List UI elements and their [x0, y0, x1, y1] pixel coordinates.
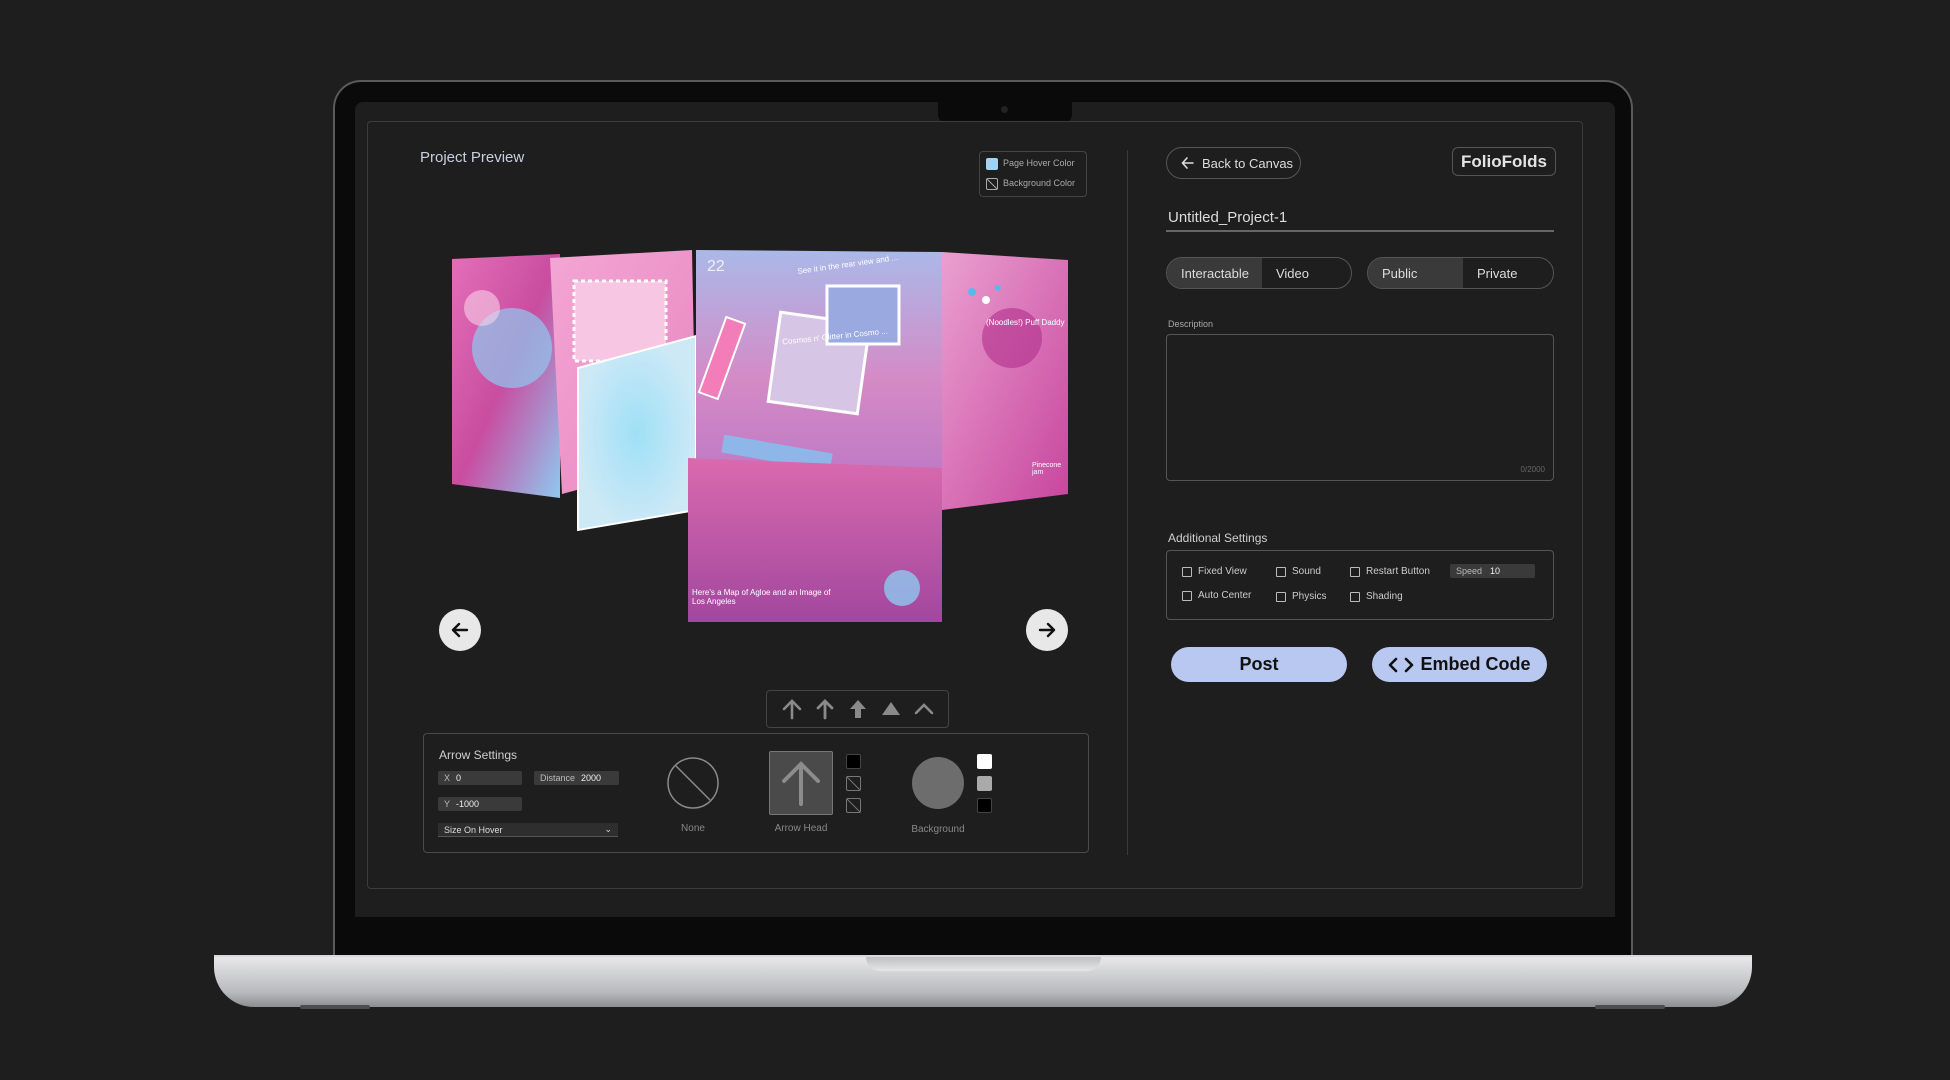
head-none-swatch-2[interactable]	[846, 798, 861, 813]
arrow-head-option[interactable]	[769, 751, 833, 815]
background-color-label: Background Color	[1003, 178, 1076, 188]
speed-label: Speed	[1456, 566, 1483, 576]
restart-button-label: Restart Button	[1366, 566, 1430, 577]
page-title: Project Preview	[420, 149, 525, 166]
additional-settings-box	[1166, 550, 1554, 620]
arrow-y-value: -1000	[456, 799, 480, 809]
brand-logo: FolioFolds	[1452, 147, 1556, 176]
camera-dot	[1001, 106, 1008, 113]
previous-page-button[interactable]	[439, 609, 481, 651]
description-textarea[interactable]: 0/2000	[1166, 334, 1554, 481]
bg-gray-swatch[interactable]	[977, 776, 992, 791]
mode-interactable[interactable]: Interactable	[1167, 258, 1262, 288]
arrow-background-option[interactable]	[912, 757, 964, 809]
size-select-value: Size On Hover	[444, 824, 503, 835]
physics-label: Physics	[1292, 591, 1327, 602]
embed-label: Embed Code	[1420, 654, 1531, 674]
arrow-left-icon	[451, 622, 469, 638]
arrow-head-caption: Arrow Head	[774, 823, 828, 834]
collage-page-number: 22	[707, 258, 725, 275]
triangle-up-icon[interactable]	[879, 697, 903, 721]
arrow-distance-field[interactable]: Distance 2000	[534, 771, 619, 785]
arrow-bold-up-icon[interactable]	[846, 697, 870, 721]
collage-art	[452, 250, 1068, 622]
arrow-distance-value: 2000	[581, 773, 602, 783]
chevron-down-icon: ⌄	[604, 824, 612, 834]
fixed-view-label: Fixed View	[1198, 566, 1247, 577]
project-preview-collage[interactable]: 22 See it in the rear view and ... Cosmo…	[452, 248, 1068, 622]
bg-white-swatch[interactable]	[977, 754, 992, 769]
panel-divider	[1127, 150, 1128, 855]
post-label: Post	[1239, 654, 1279, 674]
speed-value: 10	[1490, 566, 1501, 576]
arrow-settings-title: Arrow Settings	[439, 748, 518, 762]
shading-label: Shading	[1366, 591, 1403, 602]
sound-label: Sound	[1292, 566, 1321, 577]
collage-note-pink: Pinecone jam	[1032, 462, 1062, 476]
chevron-up-icon[interactable]	[912, 697, 936, 721]
hover-color-swatch[interactable]	[986, 158, 998, 170]
arrow-y-label: Y	[444, 799, 451, 809]
collage-note-right: (Noodles!) Puff Daddy	[986, 318, 1065, 327]
back-label: Back to Canvas	[1202, 155, 1294, 171]
hover-color-label: Page Hover Color	[1003, 158, 1075, 168]
bg-black-swatch[interactable]	[977, 798, 992, 813]
none-caption: None	[681, 823, 705, 834]
description-label: Description	[1168, 319, 1214, 329]
arrow-distance-label: Distance	[540, 773, 576, 783]
laptop-foot-right	[1595, 1005, 1665, 1009]
laptop-foot-left	[300, 1005, 370, 1009]
arrow-head-preview-icon	[782, 761, 820, 806]
visibility-private[interactable]: Private	[1463, 258, 1553, 288]
additional-settings-label: Additional Settings	[1168, 531, 1268, 545]
post-button[interactable]: Post	[1171, 647, 1347, 682]
arrow-left-icon	[1181, 157, 1194, 169]
head-none-swatch-1[interactable]	[846, 776, 861, 791]
visibility-toggle: Public Private	[1367, 257, 1554, 289]
arrow-thin-up-icon[interactable]	[780, 697, 804, 721]
arrow-x-value: 0	[456, 773, 462, 783]
mode-video[interactable]: Video	[1262, 258, 1351, 288]
no-arrow-option[interactable]	[666, 756, 720, 810]
auto-center-checkbox[interactable]: Auto Center	[1182, 590, 1251, 601]
size-on-hover-select[interactable]: Size On Hover ⌄	[438, 823, 618, 837]
project-name-input[interactable]: Untitled_Project-1	[1166, 206, 1554, 232]
mode-toggle: Interactable Video	[1166, 257, 1352, 289]
back-to-canvas-button[interactable]: Back to Canvas	[1166, 147, 1301, 179]
embed-code-button[interactable]: Embed Code	[1372, 647, 1547, 682]
physics-checkbox[interactable]: Physics	[1276, 591, 1326, 602]
auto-center-label: Auto Center	[1198, 590, 1252, 601]
color-legend: Page Hover Color Background Color	[979, 151, 1087, 197]
background-caption: Background	[911, 824, 965, 835]
laptop-opening-notch	[866, 957, 1101, 971]
visibility-public[interactable]: Public	[1368, 258, 1463, 288]
arrow-up-icon[interactable]	[813, 697, 837, 721]
arrow-style-picker	[766, 690, 949, 728]
description-counter: 0/2000	[1520, 465, 1545, 474]
arrow-x-field[interactable]: X0	[438, 771, 522, 785]
arrow-y-field[interactable]: Y -1000	[438, 797, 522, 811]
none-circle-icon	[667, 757, 719, 809]
arrow-x-label: X	[444, 773, 451, 783]
next-page-button[interactable]	[1026, 609, 1068, 651]
fixed-view-checkbox[interactable]: Fixed View	[1182, 566, 1247, 577]
sound-checkbox[interactable]: Sound	[1276, 566, 1321, 577]
background-color-swatch[interactable]	[986, 178, 998, 190]
head-black-swatch[interactable]	[846, 754, 861, 769]
code-brackets-icon	[1389, 657, 1414, 672]
speed-field[interactable]: Speed 10	[1450, 564, 1535, 578]
restart-button-checkbox[interactable]: Restart Button	[1350, 566, 1430, 577]
shading-checkbox[interactable]: Shading	[1350, 591, 1403, 602]
arrow-right-icon	[1038, 622, 1056, 638]
collage-note-bottom: Here's a Map of Agloe and an Image of Lo…	[692, 588, 831, 606]
